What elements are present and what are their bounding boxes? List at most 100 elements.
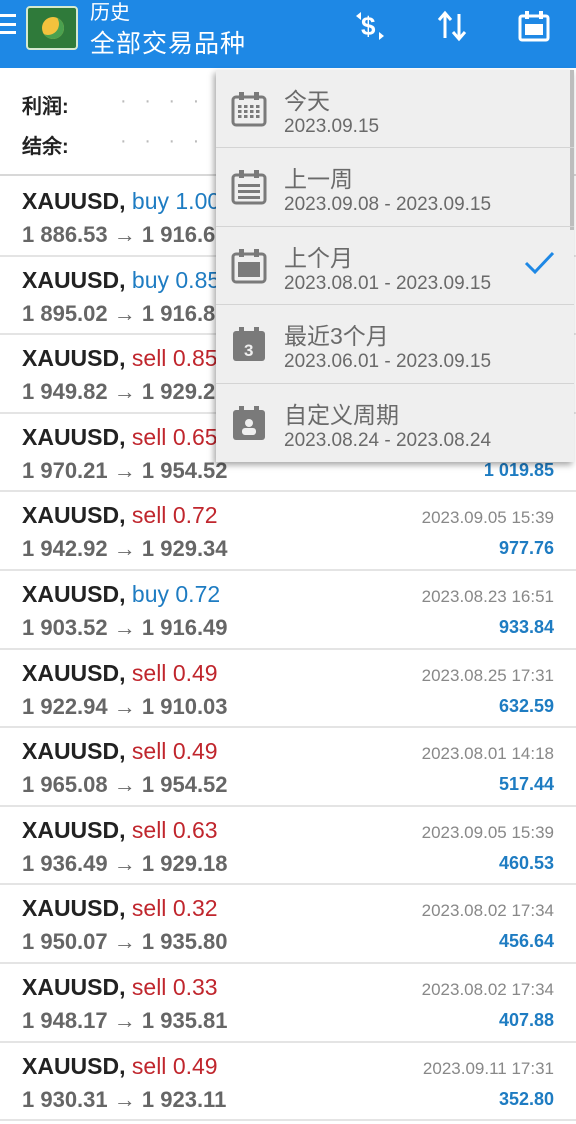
side-text: sell <box>131 895 167 922</box>
trade-symbol: XAUUSD, sell 0.63 <box>22 817 218 844</box>
symbol-text: XAUUSD, <box>22 345 126 372</box>
trade-symbol: XAUUSD, sell 0.33 <box>22 974 218 1001</box>
calendar-custom-icon <box>233 405 265 440</box>
period-range: 2023.06.01 - 2023.09.15 <box>284 351 492 373</box>
trade-symbol: XAUUSD, sell 0.32 <box>22 895 218 922</box>
side-text: sell <box>131 973 167 1000</box>
open-price: 1 886.53 <box>22 222 108 247</box>
symbol-text: XAUUSD, <box>22 580 126 607</box>
symbol-text: XAUUSD, <box>22 973 126 1000</box>
symbol-filter[interactable]: 全部交易品种 <box>90 24 246 60</box>
symbol-text: XAUUSD, <box>22 1052 126 1079</box>
symbol-text: XAUUSD, <box>22 266 126 293</box>
arrow-icon: → <box>113 300 136 326</box>
arrow-icon: → <box>113 222 136 247</box>
trade-row[interactable]: XAUUSD, sell 0.49 1 930.31 → 1 923.11 2023… <box>0 1043 576 1122</box>
sort-button[interactable] <box>430 6 474 46</box>
side-text: buy <box>131 266 169 293</box>
period-label: 上一周 <box>284 166 353 193</box>
trade-time: 2023.08.25 17:31 <box>421 665 554 685</box>
open-price: 1 949.82 <box>22 379 108 405</box>
trade-profit: 517.44 <box>498 774 554 795</box>
trade-prices: 1 895.02 → 1 916.8 <box>22 301 215 327</box>
trade-symbol: XAUUSD, sell 0.85 <box>22 345 218 372</box>
trade-side: buy 0.85 <box>132 267 220 293</box>
close-price: 1 929.34 <box>141 536 228 562</box>
currency-button[interactable]: $ <box>348 6 392 46</box>
trade-row[interactable]: XAUUSD, sell 0.63 1 936.49 → 1 929.18 2023… <box>0 807 576 886</box>
trade-symbol: XAUUSD, sell 0.65 <box>22 424 218 451</box>
trade-time: 2023.08.02 17:34 <box>421 979 554 999</box>
trade-prices: 1 965.08 → 1 954.52 <box>22 772 228 798</box>
period-label: 今天 <box>284 88 330 114</box>
period-range: 2023.08.01 - 2023.09.15 <box>284 272 492 294</box>
close-price: 1 916.8 <box>141 300 216 326</box>
symbol-text: XAUUSD, <box>22 659 126 686</box>
symbol-text: XAUUSD, <box>22 895 126 922</box>
calendar-month-icon <box>231 248 267 284</box>
dollar-swap-icon: $ <box>356 11 384 41</box>
trade-time: 2023.09.05 15:39 <box>421 508 554 528</box>
side-text: buy <box>131 188 169 214</box>
close-price: 1 935.80 <box>141 929 228 955</box>
period-label: 上个月 <box>284 244 353 271</box>
close-price: 1 935.81 <box>141 1007 228 1033</box>
period-option[interactable]: 今天 2023.09.15 <box>216 70 574 149</box>
trade-symbol: XAUUSD, sell 0.49 <box>22 660 218 687</box>
trade-profit: 933.84 <box>498 616 554 637</box>
lots-text: 0.63 <box>172 816 218 843</box>
trade-row[interactable]: XAUUSD, sell 0.32 1 950.07 → 1 935.80 2023… <box>0 885 576 964</box>
close-price: 1 954.52 <box>141 772 228 798</box>
trade-prices: 1 930.31 → 1 923.11 <box>22 1087 226 1113</box>
symbol-text: XAUUSD, <box>22 188 126 214</box>
close-price: 1 916.49 <box>141 614 228 640</box>
arrow-icon: → <box>113 929 136 955</box>
trade-row[interactable]: XAUUSD, sell 0.33 1 948.17 → 1 935.81 2023… <box>0 964 576 1043</box>
calendar-button[interactable] <box>512 6 556 46</box>
close-price: 1 929.2 <box>141 379 216 405</box>
trade-side: sell 0.72 <box>132 502 218 528</box>
lots-text: 0.32 <box>172 895 218 922</box>
trade-prices: 1 886.53 → 1 916.6 <box>22 222 215 248</box>
period-option[interactable]: 3 最近3个月 2023.06.01 - 2023.09.15 <box>216 305 574 384</box>
symbol-text: XAUUSD, <box>22 738 126 765</box>
sort-icon <box>437 10 467 42</box>
side-text: sell <box>131 816 167 843</box>
trade-row[interactable]: XAUUSD, buy 0.72 1 903.52 → 1 916.49 2023.… <box>0 571 576 650</box>
lots-text: 0.33 <box>172 973 218 1000</box>
calendar-icon <box>518 11 550 42</box>
trade-row[interactable]: XAUUSD, sell 0.49 1 922.94 → 1 910.03 2023… <box>0 650 576 729</box>
trade-row[interactable]: XAUUSD, sell 0.72 1 942.92 → 1 929.34 2023… <box>0 492 576 571</box>
close-price: 1 916.6 <box>141 222 216 247</box>
trade-side: sell 0.63 <box>132 817 218 843</box>
arrow-icon: → <box>113 1007 136 1033</box>
period-option[interactable]: 自定义周期 2023.08.24 - 2023.08.24 <box>216 384 574 462</box>
trade-symbol: XAUUSD, sell 0.72 <box>22 502 218 529</box>
menu-icon[interactable] <box>0 12 18 36</box>
trade-prices: 1 970.21 → 1 954.52 <box>22 458 228 484</box>
trade-symbol: XAUUSD, sell 0.49 <box>22 738 218 765</box>
trade-side: sell 0.49 <box>132 660 218 686</box>
trade-profit: 352.80 <box>498 1088 554 1109</box>
period-option[interactable]: 上个月 2023.08.01 - 2023.09.15 <box>216 227 574 306</box>
lots-text: 0.85 <box>175 266 221 293</box>
trade-time: 2023.08.23 16:51 <box>421 586 554 606</box>
trade-side: sell 0.85 <box>132 345 218 371</box>
period-range: 2023.08.24 - 2023.08.24 <box>284 429 492 451</box>
open-price: 1 965.08 <box>22 772 108 798</box>
trade-side: sell 0.33 <box>132 974 218 1000</box>
open-price: 1 948.17 <box>22 1007 108 1033</box>
period-option[interactable]: 上一周 2023.09.08 - 2023.09.15 <box>216 148 574 227</box>
trade-side: sell 0.49 <box>132 1053 218 1079</box>
trade-profit: 1 019.85 <box>483 459 554 480</box>
lots-text: 1.00 <box>175 188 221 214</box>
period-menu: 今天 2023.09.15 上一周 2023.09.08 - 2023.09.15 上个… <box>216 70 574 462</box>
trade-profit: 632.59 <box>498 695 554 716</box>
svg-text:$: $ <box>361 11 376 41</box>
side-text: sell <box>131 502 167 529</box>
period-label: 最近3个月 <box>284 323 389 350</box>
close-price: 1 929.18 <box>141 850 228 876</box>
close-price: 1 923.11 <box>141 1086 227 1112</box>
trade-row[interactable]: XAUUSD, sell 0.49 1 965.08 → 1 954.52 2023… <box>0 728 576 807</box>
trade-prices: 1 942.92 → 1 929.34 <box>22 536 228 562</box>
